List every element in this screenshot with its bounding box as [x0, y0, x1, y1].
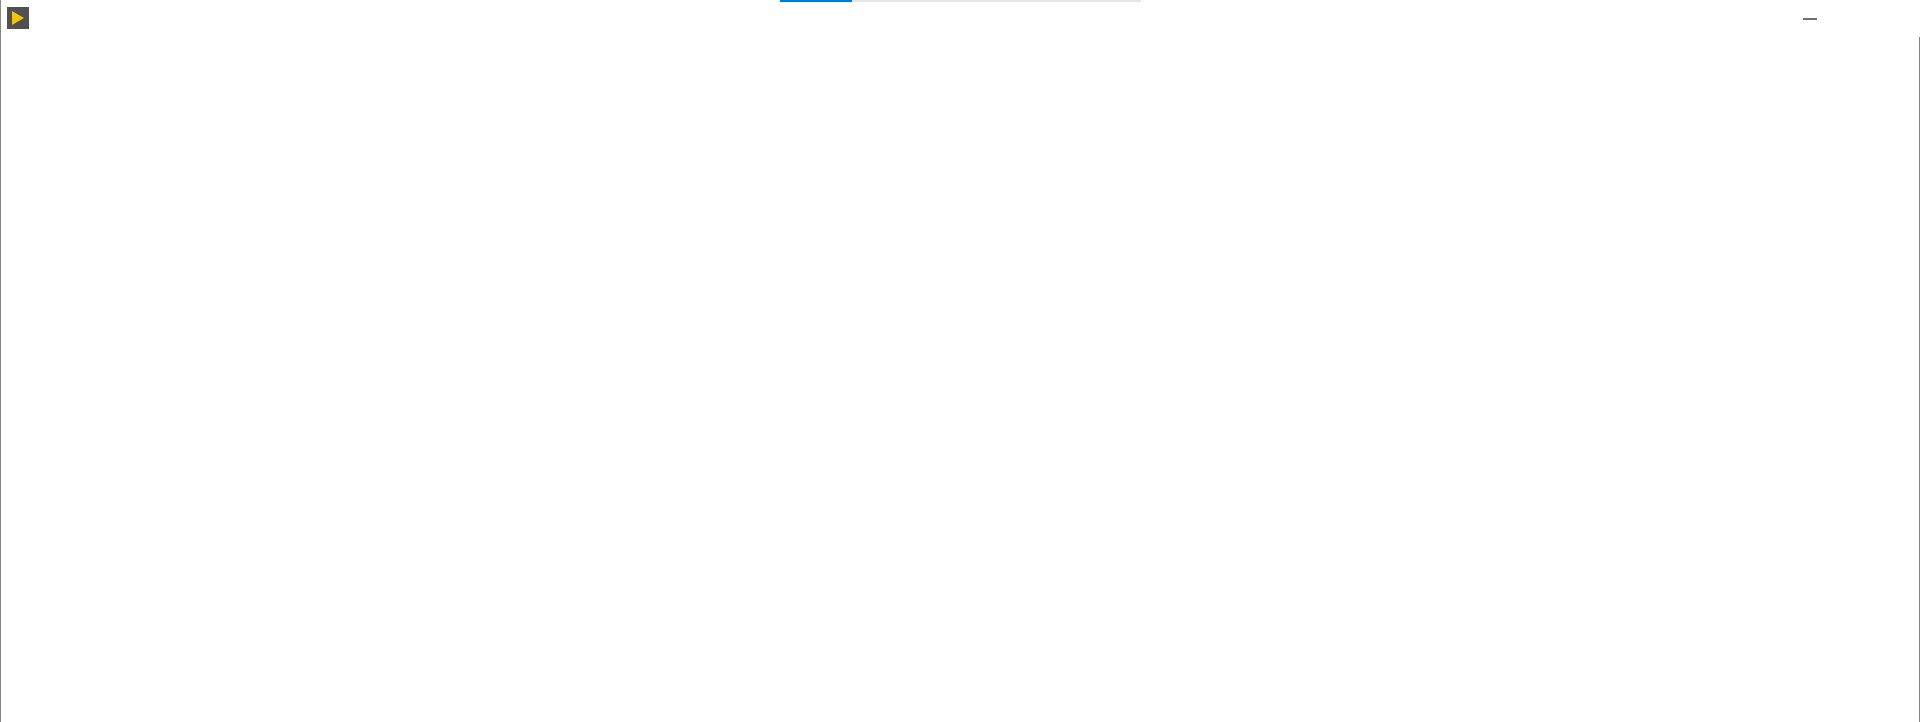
labview-app-icon[interactable] [7, 7, 29, 29]
restore-button-spacer [1784, 0, 1844, 37]
title-progress-strip [780, 0, 1141, 2]
title-progress-fill [780, 0, 852, 2]
labview-block-diagram-window [0, 0, 1920, 722]
title-bar [1, 0, 1920, 37]
